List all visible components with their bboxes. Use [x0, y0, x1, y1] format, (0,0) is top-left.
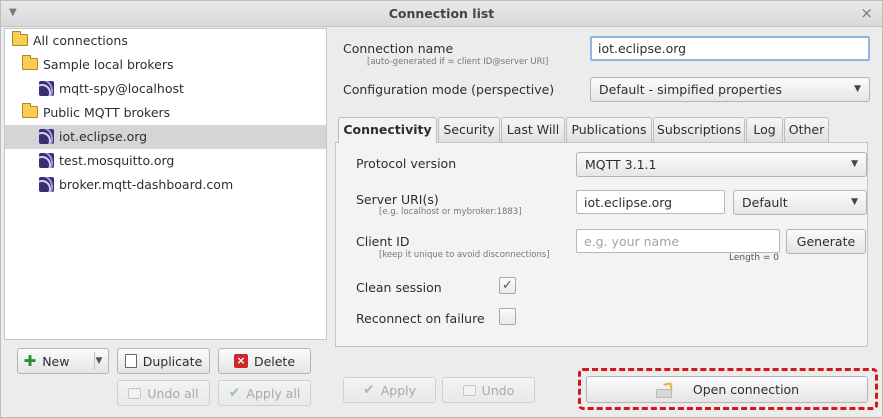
tree-group-public-brokers[interactable]: Public MQTT brokers	[22, 101, 170, 125]
chevron-down-icon[interactable]: ▼	[95, 356, 102, 366]
connection-icon	[39, 129, 54, 144]
tree-root-all-connections[interactable]: All connections	[12, 29, 128, 53]
tab-last-will[interactable]: Last Will	[501, 117, 565, 142]
undo-button-label: Undo	[481, 382, 515, 398]
apply-all-button[interactable]: ✔ Apply all	[218, 380, 311, 406]
connection-name-hint: [auto-generated if = client ID@server UR…	[367, 57, 549, 67]
new-button-label: New	[42, 353, 70, 369]
config-mode-value: Default - simpified properties	[599, 82, 782, 97]
tree-item-label: iot.eclipse.org	[59, 129, 148, 144]
server-uri-label: Server URI(s)	[356, 192, 439, 207]
apply-all-label: Apply all	[246, 385, 301, 401]
generate-button[interactable]: Generate	[786, 229, 866, 254]
split-divider	[94, 352, 95, 370]
protocol-version-select[interactable]: MQTT 3.1.1 ▼	[576, 152, 867, 177]
connection-icon	[39, 81, 54, 96]
tab-label: Log	[753, 122, 776, 137]
clean-session-label: Clean session	[356, 280, 442, 295]
clean-session-checkbox[interactable]: ✓	[499, 277, 516, 294]
tree-group-label: Public MQTT brokers	[43, 105, 171, 120]
connection-name-label: Connection name	[343, 41, 454, 56]
server-uri-mode-select[interactable]: Default ▼	[733, 190, 867, 215]
tree-item-label: broker.mqtt-dashboard.com	[59, 177, 234, 192]
connection-list-window: ▼ Connection list × All connections Samp…	[0, 0, 883, 418]
chevron-down-icon: ▼	[854, 84, 861, 94]
reconnect-checkbox[interactable]	[499, 308, 516, 325]
open-connection-highlight	[578, 368, 878, 410]
tab-subscriptions[interactable]: Subscriptions	[653, 117, 745, 142]
tab-security[interactable]: Security	[438, 117, 500, 142]
checkmark-icon: ✔	[228, 385, 241, 401]
config-mode-select[interactable]: Default - simpified properties ▼	[590, 77, 870, 102]
duplicate-button-label: Duplicate	[142, 353, 203, 369]
client-id-input[interactable]	[576, 229, 780, 253]
tab-label: Subscriptions	[656, 122, 742, 137]
server-uri-hint: [e.g. localhost or mybroker:1883]	[379, 207, 522, 217]
delete-button-label: Delete	[253, 353, 296, 369]
config-mode-label: Configuration mode (perspective)	[343, 82, 555, 97]
client-id-label: Client ID	[356, 234, 410, 249]
protocol-version-value: MQTT 3.1.1	[585, 157, 657, 172]
duplicate-icon	[124, 351, 141, 368]
tab-label: Last Will	[506, 122, 560, 137]
tree-item-label: test.mosquitto.org	[59, 153, 175, 168]
checkmark-icon: ✓	[502, 278, 513, 293]
delete-button[interactable]: × Delete	[218, 348, 311, 374]
protocol-version-label: Protocol version	[356, 156, 457, 171]
folder-icon	[22, 103, 38, 118]
title-bar: ▼ Connection list ×	[1, 1, 882, 27]
tree-group-label: Sample local brokers	[43, 57, 174, 72]
folder-icon	[22, 55, 38, 70]
plus-icon: ✚	[23, 352, 37, 370]
undo-all-label: Undo all	[147, 385, 199, 401]
tree-item-broker-mqtt-dashboard[interactable]: broker.mqtt-dashboard.com	[39, 173, 233, 197]
window-title: Connection list	[388, 6, 495, 21]
connection-icon	[39, 177, 54, 192]
duplicate-button[interactable]: Duplicate	[117, 348, 210, 374]
tab-connectivity[interactable]: Connectivity	[338, 117, 437, 143]
connection-name-input[interactable]	[590, 36, 870, 61]
apply-button[interactable]: ✔ Apply	[343, 377, 436, 403]
close-icon[interactable]: ×	[860, 4, 873, 22]
folder-icon	[12, 31, 28, 46]
tab-other[interactable]: Other	[784, 117, 829, 142]
tree-item-test-mosquitto[interactable]: test.mosquitto.org	[39, 149, 174, 173]
tree-item-iot-eclipse-selected[interactable]: iot.eclipse.org	[5, 125, 326, 149]
reconnect-label: Reconnect on failure	[356, 311, 485, 326]
tree-root-label: All connections	[33, 33, 128, 48]
tab-label: Security	[443, 122, 495, 137]
checkmark-icon: ✔	[362, 382, 375, 398]
new-button[interactable]: ✚ New ▼	[17, 348, 109, 374]
tab-publications[interactable]: Publications	[566, 117, 652, 142]
connection-icon	[39, 153, 54, 168]
undo-button[interactable]: Undo	[442, 377, 535, 403]
tree-item-label: mqtt-spy@localhost	[59, 81, 184, 96]
tab-log[interactable]: Log	[746, 117, 783, 142]
undo-icon	[462, 384, 476, 396]
client-id-length: Length = 0	[729, 253, 780, 263]
apply-button-label: Apply	[380, 382, 417, 398]
tree-item-mqtt-spy-localhost[interactable]: mqtt-spy@localhost	[39, 77, 184, 101]
tree-group-sample-local[interactable]: Sample local brokers	[22, 53, 174, 77]
undo-all-button[interactable]: Undo all	[117, 380, 210, 406]
connection-tree[interactable]: All connections Sample local brokers mqt…	[4, 28, 327, 340]
undo-icon	[128, 387, 142, 399]
chevron-down-icon: ▼	[851, 159, 858, 169]
delete-icon: ×	[233, 354, 248, 368]
server-uri-mode-value: Default	[742, 195, 788, 210]
server-uri-input[interactable]	[576, 190, 725, 214]
tab-label: Connectivity	[343, 122, 432, 137]
generate-button-label: Generate	[796, 234, 856, 249]
tab-label: Other	[788, 122, 825, 137]
chevron-down-icon: ▼	[851, 197, 858, 207]
tab-label: Publications	[571, 122, 647, 137]
client-id-hint: [keep it unique to avoid disconnections]	[379, 250, 550, 260]
